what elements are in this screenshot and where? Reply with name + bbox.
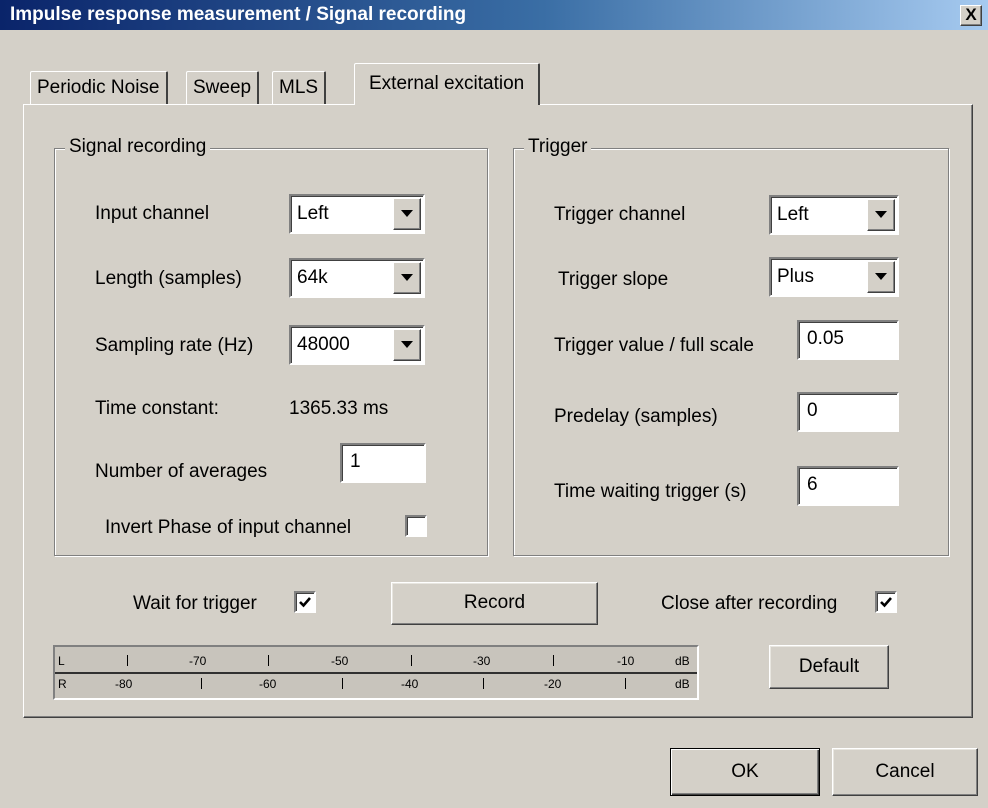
trigger-slope-dropdown-button[interactable] [867,261,895,293]
trigger-channel-dropdown-button[interactable] [867,199,895,231]
ok-button[interactable]: OK [670,748,820,796]
sampling-rate-select[interactable]: 48000 [289,325,425,365]
meter-r-mark: -60 [259,677,277,691]
wait-for-trigger-checkbox[interactable] [294,591,316,613]
length-value: 64k [297,267,328,288]
meter-tick [553,655,554,666]
cancel-button[interactable]: Cancel [832,748,978,796]
predelay-input[interactable]: 0 [797,392,899,432]
time-constant-value: 1365.33 ms [289,398,389,419]
default-button[interactable]: Default [769,645,889,689]
trigger-channel-select[interactable]: Left [769,195,899,235]
meter-l-mark: -70 [189,654,207,668]
trigger-channel-label: Trigger channel [554,204,686,225]
trigger-slope-value: Plus [777,266,814,287]
trigger-channel-value: Left [777,204,809,225]
wait-time-label: Time waiting trigger (s) [554,481,747,502]
meter-right-row: R -80 -60 -40 -20 dB [55,674,697,698]
length-label: Length (samples) [95,268,242,289]
trigger-slope-select[interactable]: Plus [769,257,899,297]
chevron-down-icon [401,210,413,217]
sampling-rate-dropdown-button[interactable] [393,329,421,361]
trigger-slope-label: Trigger slope [558,269,669,290]
meter-left-row: L -70 -50 -30 -10 dB [55,647,697,671]
time-constant-label: Time constant: [95,398,219,419]
meter-r-mark: -40 [401,677,419,691]
sampling-rate-label: Sampling rate (Hz) [95,335,254,356]
sampling-rate-value: 48000 [297,334,350,355]
chevron-down-icon [401,341,413,348]
meter-r-mark: -20 [544,677,562,691]
close-after-recording-checkbox[interactable] [875,591,897,613]
meter-right-channel-label: R [58,677,67,691]
input-channel-dropdown-button[interactable] [393,198,421,230]
meter-tick [411,655,412,666]
meter-r-unit: dB [675,677,690,691]
wait-for-trigger-label: Wait for trigger [133,593,257,614]
meter-l-unit: dB [675,654,690,668]
trigger-legend: Trigger [524,136,592,158]
meter-l-mark: -10 [617,654,635,668]
tab-periodic-noise[interactable]: Periodic Noise [30,71,168,104]
wait-time-input[interactable]: 6 [797,466,899,506]
trigger-value-label: Trigger value / full scale [554,335,754,356]
averages-input[interactable]: 1 [340,443,426,483]
meter-tick [625,678,626,689]
meter-r-mark: -80 [115,677,133,691]
tab-mls[interactable]: MLS [272,71,327,104]
predelay-label: Predelay (samples) [554,406,718,427]
meter-tick [201,678,202,689]
meter-l-mark: -50 [331,654,349,668]
tab-sweep[interactable]: Sweep [186,71,260,104]
invert-phase-label: Invert Phase of input channel [105,517,352,538]
signal-recording-legend: Signal recording [65,136,211,158]
length-dropdown-button[interactable] [393,262,421,294]
meter-left-channel-label: L [58,654,65,668]
chevron-down-icon [875,211,887,218]
meter-tick [342,678,343,689]
chevron-down-icon [401,274,413,281]
invert-phase-checkbox[interactable] [405,515,427,537]
input-channel-label: Input channel [95,203,210,224]
checkmark-icon [299,597,311,608]
input-channel-select[interactable]: Left [289,194,425,234]
input-channel-value: Left [297,203,329,224]
record-button[interactable]: Record [391,582,598,625]
level-meter: L -70 -50 -30 -10 dB R -80 -60 -40 -20 d… [53,645,699,700]
chevron-down-icon [875,273,887,280]
close-button[interactable]: X [960,5,982,26]
trigger-value-input[interactable]: 0.05 [797,320,899,360]
meter-tick [268,655,269,666]
meter-tick [483,678,484,689]
averages-label: Number of averages [95,461,268,482]
meter-tick [127,655,128,666]
length-select[interactable]: 64k [289,258,425,298]
close-after-recording-label: Close after recording [661,593,838,614]
tab-external-excitation[interactable]: External excitation [354,63,541,105]
title-bar: Impulse response measurement / Signal re… [0,0,988,30]
checkmark-icon [880,597,892,608]
window-title: Impulse response measurement / Signal re… [10,4,467,25]
meter-l-mark: -30 [473,654,491,668]
